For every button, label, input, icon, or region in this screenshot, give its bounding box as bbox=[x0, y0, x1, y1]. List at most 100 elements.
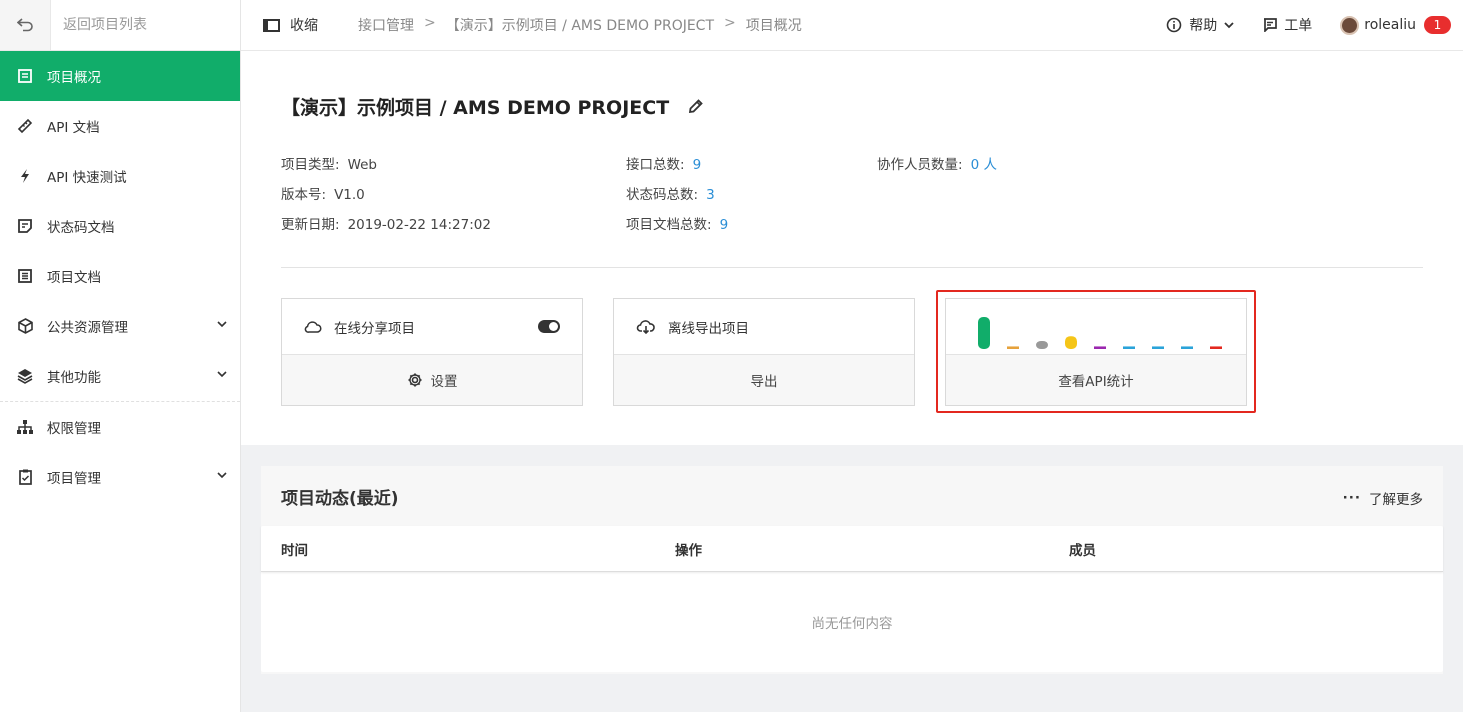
learn-more-link[interactable]: ··· 了解更多 bbox=[1343, 488, 1423, 508]
top-right-actions: 帮助 工单 rolealiu 1 bbox=[1138, 0, 1451, 50]
more-dots-icon: ··· bbox=[1342, 490, 1361, 506]
export-label: 导出 bbox=[750, 374, 778, 390]
sidebar: 返回项目列表 项目概况 API 文档 API 快速测试 状态码文档 项目文档 公… bbox=[0, 0, 241, 712]
sidebar-item-api-quick-test[interactable]: API 快速测试 bbox=[0, 151, 240, 201]
version-label: 版本号: bbox=[281, 187, 327, 203]
members-label: 协作人员数量: bbox=[877, 157, 963, 173]
sidebar-item-project-docs[interactable]: 项目文档 bbox=[0, 251, 240, 301]
page-title: 【演示】示例项目 / AMS DEMO PROJECT bbox=[281, 93, 704, 120]
breadcrumb-item: 项目概况 bbox=[745, 18, 802, 34]
sidebar-item-overview[interactable]: 项目概况 bbox=[0, 51, 240, 101]
sidebar-item-api-docs[interactable]: API 文档 bbox=[0, 101, 240, 151]
help-label: 帮助 bbox=[1189, 18, 1218, 34]
project-info-members: 协作人员数量: 0 人 bbox=[877, 153, 997, 183]
api-total-label: 接口总数: bbox=[626, 157, 685, 173]
updated-value: 2019-02-22 14:27:02 bbox=[347, 217, 491, 233]
ticket-label: 工单 bbox=[1284, 18, 1313, 34]
api-total-link[interactable]: 9 bbox=[693, 157, 702, 173]
learn-more-label: 了解更多 bbox=[1369, 492, 1423, 508]
chevron-down-icon[interactable] bbox=[216, 318, 228, 330]
sidebar-item-label: API 文档 bbox=[47, 120, 100, 136]
share-toggle[interactable] bbox=[538, 320, 560, 333]
sidebar-item-label: API 快速测试 bbox=[47, 170, 127, 186]
sidebar-toggle-icon bbox=[263, 18, 280, 32]
share-card: 在线分享项目 设置 bbox=[281, 298, 583, 406]
type-label: 项目类型: bbox=[281, 157, 340, 173]
chevron-down-icon[interactable] bbox=[216, 469, 228, 481]
export-head-label: 离线导出项目 bbox=[668, 320, 749, 337]
overview-icon bbox=[17, 68, 33, 84]
breadcrumb-separator: > bbox=[724, 15, 736, 31]
cloud-icon bbox=[304, 320, 322, 333]
export-card: 离线导出项目 导出 bbox=[613, 298, 915, 406]
collapse-button[interactable]: 收缩 bbox=[263, 15, 318, 35]
doc-total-link[interactable]: 9 bbox=[720, 217, 729, 233]
activity-table: 时间 操作 成员 尚无任何内容 bbox=[261, 526, 1443, 672]
project-info-basic: 项目类型: Web 版本号: V1.0 更新日期: 2019-02-22 14:27:… bbox=[281, 153, 491, 243]
project-info-counts: 接口总数: 9 状态码总数: 3 项目文档总数: 9 bbox=[626, 153, 728, 243]
breadcrumb-separator: > bbox=[424, 15, 436, 31]
hierarchy-icon bbox=[17, 419, 33, 435]
share-label: 在线分享项目 bbox=[334, 320, 415, 337]
table-header: 时间 操作 成员 bbox=[261, 526, 1443, 572]
info-icon bbox=[1166, 17, 1182, 33]
collapse-label: 收缩 bbox=[290, 18, 318, 34]
chevron-down-icon[interactable] bbox=[216, 368, 228, 380]
export-button[interactable]: 导出 bbox=[614, 355, 914, 405]
section-divider bbox=[281, 267, 1423, 268]
activity-header: 项目动态(最近) ··· 了解更多 bbox=[261, 466, 1443, 526]
layers-icon bbox=[17, 368, 33, 384]
sidebar-item-public-resources[interactable]: 公共资源管理 bbox=[0, 301, 240, 351]
user-menu[interactable]: rolealiu 1 bbox=[1340, 15, 1451, 35]
empty-state: 尚无任何内容 bbox=[811, 616, 893, 632]
sidebar-item-label: 权限管理 bbox=[47, 421, 101, 437]
cloud-download-icon bbox=[636, 319, 655, 334]
sidebar-item-project-management[interactable]: 项目管理 bbox=[0, 452, 240, 502]
avatar[interactable] bbox=[1340, 15, 1360, 35]
back-label[interactable]: 返回项目列表 bbox=[51, 0, 147, 50]
back-arrow-icon[interactable] bbox=[0, 0, 51, 50]
sidebar-item-other-features[interactable]: 其他功能 bbox=[0, 351, 240, 401]
sidebar-item-permissions[interactable]: 权限管理 bbox=[0, 402, 240, 452]
settings-button[interactable]: 设置 bbox=[282, 355, 582, 405]
note-icon bbox=[17, 218, 33, 234]
edit-pencil-icon[interactable] bbox=[687, 98, 704, 115]
breadcrumb: 接口管理 > 【演示】示例项目 / AMS DEMO PROJECT > 项目概… bbox=[358, 15, 802, 35]
sidebar-item-label: 公共资源管理 bbox=[47, 320, 128, 336]
updated-label: 更新日期: bbox=[281, 217, 340, 233]
project-overview-panel: 【演示】示例项目 / AMS DEMO PROJECT 项目类型: Web 版本号… bbox=[241, 51, 1463, 445]
export-card-header: 离线导出项目 bbox=[614, 299, 914, 355]
document-icon bbox=[17, 268, 33, 284]
notification-badge[interactable]: 1 bbox=[1424, 16, 1451, 34]
status-total-link[interactable]: 3 bbox=[706, 187, 715, 203]
ticket-link[interactable]: 工单 bbox=[1263, 15, 1312, 35]
main-content: 【演示】示例项目 / AMS DEMO PROJECT 项目类型: Web 版本号… bbox=[241, 51, 1463, 712]
sidebar-item-status-code-docs[interactable]: 状态码文档 bbox=[0, 201, 240, 251]
ticket-icon bbox=[1264, 18, 1278, 32]
lightning-icon bbox=[17, 168, 33, 184]
version-value: V1.0 bbox=[334, 187, 365, 203]
column-header-action: 操作 bbox=[675, 542, 702, 559]
breadcrumb-item[interactable]: 接口管理 bbox=[358, 15, 414, 35]
project-activity-panel: 项目动态(最近) ··· 了解更多 时间 操作 成员 尚无任何内容 bbox=[261, 466, 1443, 674]
settings-label: 设置 bbox=[430, 374, 458, 390]
activity-title: 项目动态(最近) bbox=[281, 488, 399, 509]
gear-icon bbox=[408, 373, 421, 387]
project-title: 【演示】示例项目 / AMS DEMO PROJECT bbox=[281, 97, 670, 119]
clipboard-icon bbox=[17, 469, 33, 485]
back-to-project-list[interactable]: 返回项目列表 bbox=[0, 0, 240, 51]
status-total-label: 状态码总数: bbox=[626, 187, 699, 203]
username: rolealiu bbox=[1364, 17, 1416, 33]
column-header-time: 时间 bbox=[281, 542, 308, 559]
doc-total-label: 项目文档总数: bbox=[626, 217, 712, 233]
members-link[interactable]: 0 人 bbox=[971, 157, 997, 173]
sidebar-item-label: 其他功能 bbox=[47, 370, 101, 386]
column-header-member: 成员 bbox=[1069, 542, 1096, 559]
highlight-box bbox=[936, 290, 1256, 413]
sidebar-item-label: 项目概况 bbox=[47, 70, 101, 86]
breadcrumb-item[interactable]: 【演示】示例项目 / AMS DEMO PROJECT bbox=[446, 15, 714, 35]
chevron-down-icon bbox=[1224, 22, 1234, 29]
sidebar-item-label: 状态码文档 bbox=[47, 220, 115, 236]
top-bar: 收缩 接口管理 > 【演示】示例项目 / AMS DEMO PROJECT > … bbox=[241, 0, 1463, 51]
help-menu[interactable]: 帮助 bbox=[1166, 15, 1235, 35]
